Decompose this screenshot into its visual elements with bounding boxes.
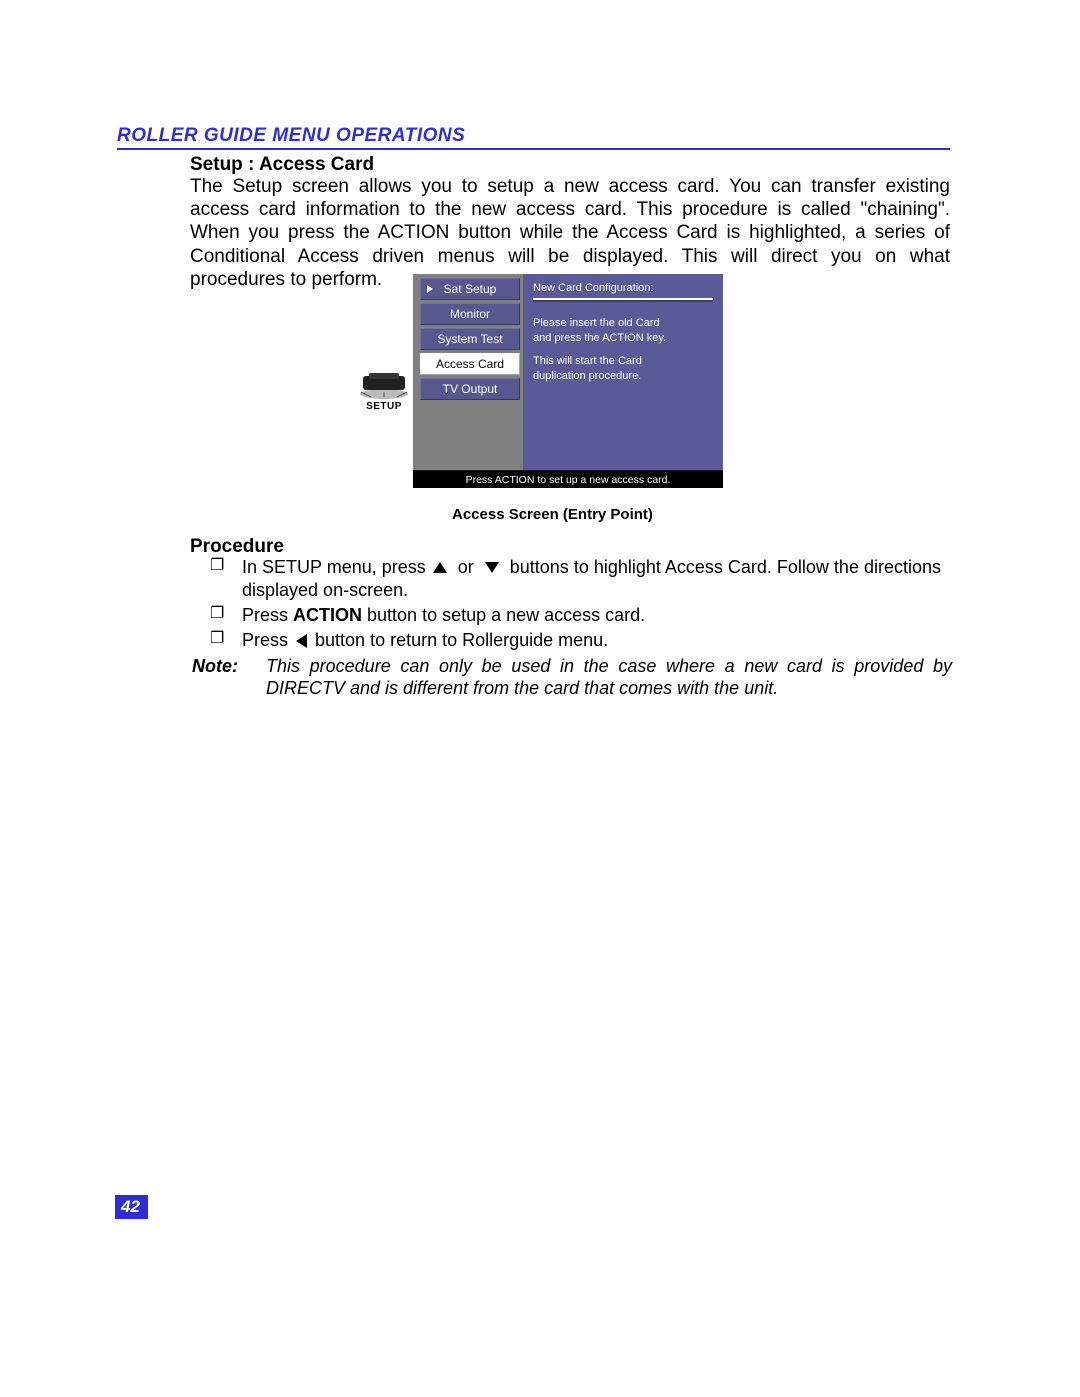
menu-item-label: Sat Setup [444, 282, 497, 296]
text-fragment: Press [242, 630, 293, 650]
menu-item-sat-setup: Sat Setup [420, 278, 520, 300]
section-header: ROLLER GUIDE MENU OPERATIONS [117, 125, 465, 146]
bullet-icon: ❐ [210, 604, 228, 625]
list-item: ❐ Press ACTION button to setup a new acc… [210, 604, 950, 627]
bullet-icon: ❐ [210, 556, 228, 577]
note-text: This procedure can only be used in the c… [266, 656, 952, 700]
page-number: 42 [115, 1195, 148, 1219]
menu-item-label: System Test [437, 332, 502, 346]
down-arrow-icon [485, 562, 499, 573]
menu-item-label: TV Output [443, 382, 498, 396]
osd-menu-column: Sat Setup Monitor System Test Access Car… [413, 274, 523, 470]
setup-icon-label: SETUP [355, 401, 413, 412]
menu-item-label: Monitor [450, 307, 490, 321]
panel-line: duplication procedure. [533, 369, 713, 384]
text-fragment: or [453, 557, 479, 577]
panel-line: and press the ACTION key. [533, 331, 713, 346]
list-item-text: Press ACTION button to setup a new acces… [242, 604, 950, 627]
left-arrow-icon [296, 634, 307, 648]
panel-title: New Card Configuration: [533, 282, 713, 294]
figure-caption: Access Screen (Entry Point) [452, 506, 653, 523]
panel-line: Please insert the old Card [533, 316, 713, 331]
section-rule [117, 148, 950, 150]
menu-item-system-test: System Test [420, 328, 520, 350]
panel-text: Please insert the old Card and press the… [533, 316, 713, 383]
procedure-list: ❐ In SETUP menu, press or buttons to hig… [210, 556, 950, 654]
section-header-block: ROLLER GUIDE MENU OPERATIONS [117, 125, 950, 150]
text-fragment: Press [242, 605, 293, 625]
procedure-heading: Procedure [190, 536, 284, 558]
text-fragment: button to return to Rollerguide menu. [310, 630, 608, 650]
note-label: Note: [192, 656, 248, 700]
list-item-text: In SETUP menu, press or buttons to highl… [242, 556, 950, 602]
list-item-text: Press button to return to Rollerguide me… [242, 629, 950, 652]
osd-body: Sat Setup Monitor System Test Access Car… [413, 274, 723, 470]
up-arrow-icon [433, 562, 447, 573]
action-strong: ACTION [293, 605, 362, 625]
menu-item-monitor: Monitor [420, 303, 520, 325]
play-icon [427, 285, 433, 293]
menu-item-label: Access Card [436, 357, 504, 371]
panel-divider [533, 298, 713, 300]
osd-panel: New Card Configuration: Please insert th… [523, 274, 723, 470]
note-block: Note: This procedure can only be used in… [192, 656, 952, 700]
text-fragment: button to setup a new access card. [362, 605, 645, 625]
list-item: ❐ In SETUP menu, press or buttons to hig… [210, 556, 950, 602]
menu-item-tv-output: TV Output [420, 378, 520, 400]
osd-screenshot: Sat Setup Monitor System Test Access Car… [413, 274, 723, 488]
setup-icon: SETUP [355, 370, 413, 412]
list-item: ❐ Press button to return to Rollerguide … [210, 629, 950, 652]
osd-footer: Press ACTION to set up a new access card… [413, 470, 723, 488]
panel-line: This will start the Card [533, 354, 713, 369]
text-fragment: In SETUP menu, press [242, 557, 431, 577]
manual-page: ROLLER GUIDE MENU OPERATIONS Setup : Acc… [0, 0, 1080, 1397]
sub-heading: Setup : Access Card [190, 154, 374, 176]
bullet-icon: ❐ [210, 629, 228, 650]
menu-item-access-card: Access Card [420, 353, 520, 375]
